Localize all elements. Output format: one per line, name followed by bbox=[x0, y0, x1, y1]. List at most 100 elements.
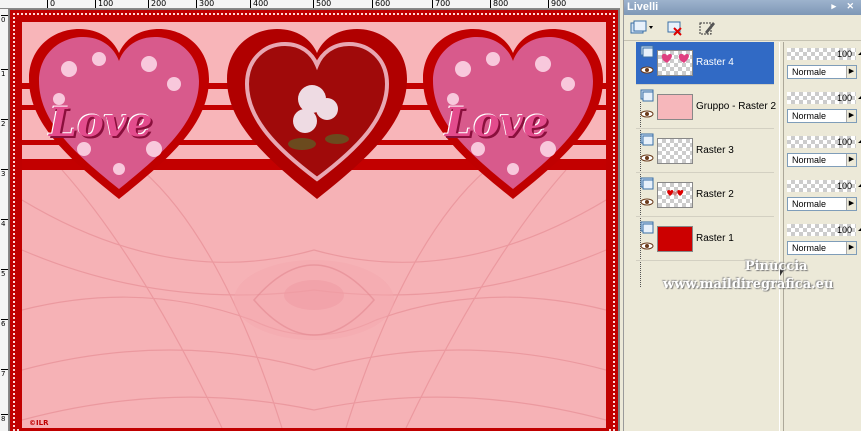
image-inner-frame: Love Love ©ILR bbox=[19, 19, 609, 431]
image-document[interactable]: Love Love ©ILR bbox=[10, 10, 618, 431]
blend-mode-select[interactable]: Normale ▶ bbox=[787, 65, 857, 79]
layer-type-icon bbox=[640, 133, 654, 146]
layer-type-icon bbox=[640, 89, 654, 102]
love-text: Love bbox=[49, 99, 153, 146]
layer-props-raster-2: 100 ◢ Normale▶ bbox=[786, 174, 861, 217]
layer-type-icon bbox=[640, 45, 654, 58]
ruler-tick: 7 bbox=[1, 369, 8, 378]
edit-pencil-icon bbox=[699, 22, 715, 35]
panel-splitter[interactable] bbox=[779, 42, 784, 431]
ruler-tick: 0 bbox=[1, 15, 8, 24]
dropdown-arrow-icon[interactable]: ▶ bbox=[846, 66, 856, 78]
layer-name[interactable]: Raster 4 bbox=[696, 57, 734, 68]
copyright-mark: ©ILR bbox=[29, 419, 49, 427]
opacity-slider[interactable]: 100 bbox=[787, 180, 856, 192]
ruler-vertical: 0 1 2 3 4 5 6 7 8 bbox=[0, 9, 9, 431]
opacity-slider[interactable]: 100 bbox=[787, 224, 856, 236]
ruler-tick: 100 bbox=[95, 0, 113, 8]
love-text: Love bbox=[445, 99, 549, 146]
ruler-tick: 300 bbox=[196, 0, 214, 8]
layer-thumbnail bbox=[657, 226, 693, 252]
layer-props-raster-1: 100 ◢ Normale▶ bbox=[786, 218, 861, 261]
eye-visibility-icon[interactable] bbox=[640, 66, 654, 74]
layer-row-raster-3[interactable]: Raster 3 bbox=[636, 130, 774, 173]
layer-props-group-raster-2: 100 ◢ Normale▶ bbox=[786, 86, 861, 129]
ruler-tick: 5 bbox=[1, 269, 8, 278]
blend-mode-value: Normale bbox=[792, 111, 827, 121]
watermark: Pinuccia www.maildiregrafica.eu bbox=[663, 258, 833, 294]
layer-name[interactable]: Raster 1 bbox=[696, 233, 734, 244]
watermark-line1: Pinuccia bbox=[744, 259, 808, 274]
layers-panel: Livelli ▸ ✕ Raster 4 Gruppo - Raster 2 R… bbox=[623, 0, 861, 431]
ruler-tick: 3 bbox=[1, 169, 8, 178]
blend-mode-select[interactable]: Normale ▶ bbox=[787, 241, 857, 255]
eye-visibility-icon[interactable] bbox=[640, 242, 654, 250]
opacity-value: 100 bbox=[836, 225, 852, 235]
dropdown-arrow-icon[interactable]: ▶ bbox=[846, 110, 856, 122]
opacity-value: 100 bbox=[836, 93, 852, 103]
ruler-tick: 2 bbox=[1, 119, 8, 128]
blend-mode-value: Normale bbox=[792, 199, 827, 209]
delete-layer-icon bbox=[667, 21, 682, 36]
ruler-tick: 600 bbox=[372, 0, 390, 8]
ruler-tick: 500 bbox=[313, 0, 331, 8]
eye-visibility-icon[interactable] bbox=[640, 154, 654, 162]
blend-mode-select[interactable]: Normale ▶ bbox=[787, 109, 857, 123]
layer-row-raster-1[interactable]: Raster 1 bbox=[636, 218, 774, 261]
layer-name[interactable]: Raster 2 bbox=[696, 189, 734, 200]
ruler-tick: 8 bbox=[1, 414, 8, 423]
layer-row-raster-2[interactable]: Raster 2 bbox=[636, 174, 774, 217]
dropdown-arrow-icon[interactable]: ▶ bbox=[846, 242, 856, 254]
new-layer-dropdown-button[interactable] bbox=[628, 18, 656, 38]
blend-mode-value: Normale bbox=[792, 243, 827, 253]
panel-window-buttons[interactable]: ▸ ✕ bbox=[831, 1, 858, 12]
ruler-tick: 1 bbox=[1, 69, 8, 78]
opacity-slider[interactable]: 100 bbox=[787, 136, 856, 148]
ruler-tick: 800 bbox=[490, 0, 508, 8]
layer-type-icon bbox=[640, 221, 654, 234]
layer-thumbnail bbox=[657, 94, 693, 120]
ruler-tick: 6 bbox=[1, 319, 8, 328]
opacity-slider[interactable]: 100 bbox=[787, 92, 856, 104]
ruler-horizontal: 0 100 200 300 400 500 600 700 800 900 bbox=[0, 0, 620, 9]
layer-thumbnail bbox=[657, 50, 693, 76]
ruler-tick: 400 bbox=[250, 0, 268, 8]
blend-mode-value: Normale bbox=[792, 155, 827, 165]
layer-name[interactable]: Raster 3 bbox=[696, 145, 734, 156]
layer-type-icon bbox=[640, 177, 654, 190]
ruler-tick: 0 bbox=[47, 0, 55, 8]
dropdown-arrow-icon[interactable]: ▶ bbox=[846, 198, 856, 210]
ruler-tick: 200 bbox=[148, 0, 166, 8]
blend-mode-select[interactable]: Normale ▶ bbox=[787, 153, 857, 167]
layer-thumbnail bbox=[657, 182, 693, 208]
layer-row-group-raster-2[interactable]: Gruppo - Raster 2 bbox=[636, 86, 776, 129]
canvas-area[interactable]: 0 100 200 300 400 500 600 700 800 900 0 … bbox=[0, 0, 620, 431]
ruler-tick: 700 bbox=[432, 0, 450, 8]
opacity-value: 100 bbox=[836, 181, 852, 191]
layer-name[interactable]: Gruppo - Raster 2 bbox=[696, 101, 776, 112]
panel-title-bar[interactable]: Livelli ▸ ✕ bbox=[624, 0, 861, 15]
panel-title: Livelli bbox=[627, 1, 659, 13]
eye-visibility-icon[interactable] bbox=[640, 110, 654, 118]
layer-list: Raster 4 Gruppo - Raster 2 Raster 3 Rast… bbox=[636, 42, 776, 287]
opacity-value: 100 bbox=[836, 137, 852, 147]
layer-props-raster-3: 100 ◢ Normale▶ bbox=[786, 130, 861, 173]
new-layer-icon bbox=[630, 20, 653, 34]
opacity-value: 100 bbox=[836, 49, 852, 59]
layer-properties-button[interactable] bbox=[696, 18, 718, 38]
blend-mode-select[interactable]: Normale ▶ bbox=[787, 197, 857, 211]
ruler-tick: 4 bbox=[1, 219, 8, 228]
layers-toolbar bbox=[624, 15, 861, 41]
layer-properties-column: 100 ◢ Normale▶ 100 ◢ Normale▶ 100 ◢ Norm… bbox=[786, 42, 861, 262]
watermark-line2: www.maildiregrafica.eu bbox=[663, 277, 834, 292]
delete-layer-button[interactable] bbox=[664, 18, 686, 38]
ruler-tick: 900 bbox=[548, 0, 566, 8]
dropdown-arrow-icon[interactable]: ▶ bbox=[846, 154, 856, 166]
eye-visibility-icon[interactable] bbox=[640, 198, 654, 206]
layer-props-raster-4: 100 ◢ Normale▶ bbox=[786, 42, 861, 85]
blend-mode-value: Normale bbox=[792, 67, 827, 77]
layer-thumbnail bbox=[657, 138, 693, 164]
heart-roses-center bbox=[227, 29, 407, 210]
layer-row-raster-4[interactable]: Raster 4 bbox=[636, 42, 774, 85]
opacity-slider[interactable]: 100 bbox=[787, 48, 856, 60]
